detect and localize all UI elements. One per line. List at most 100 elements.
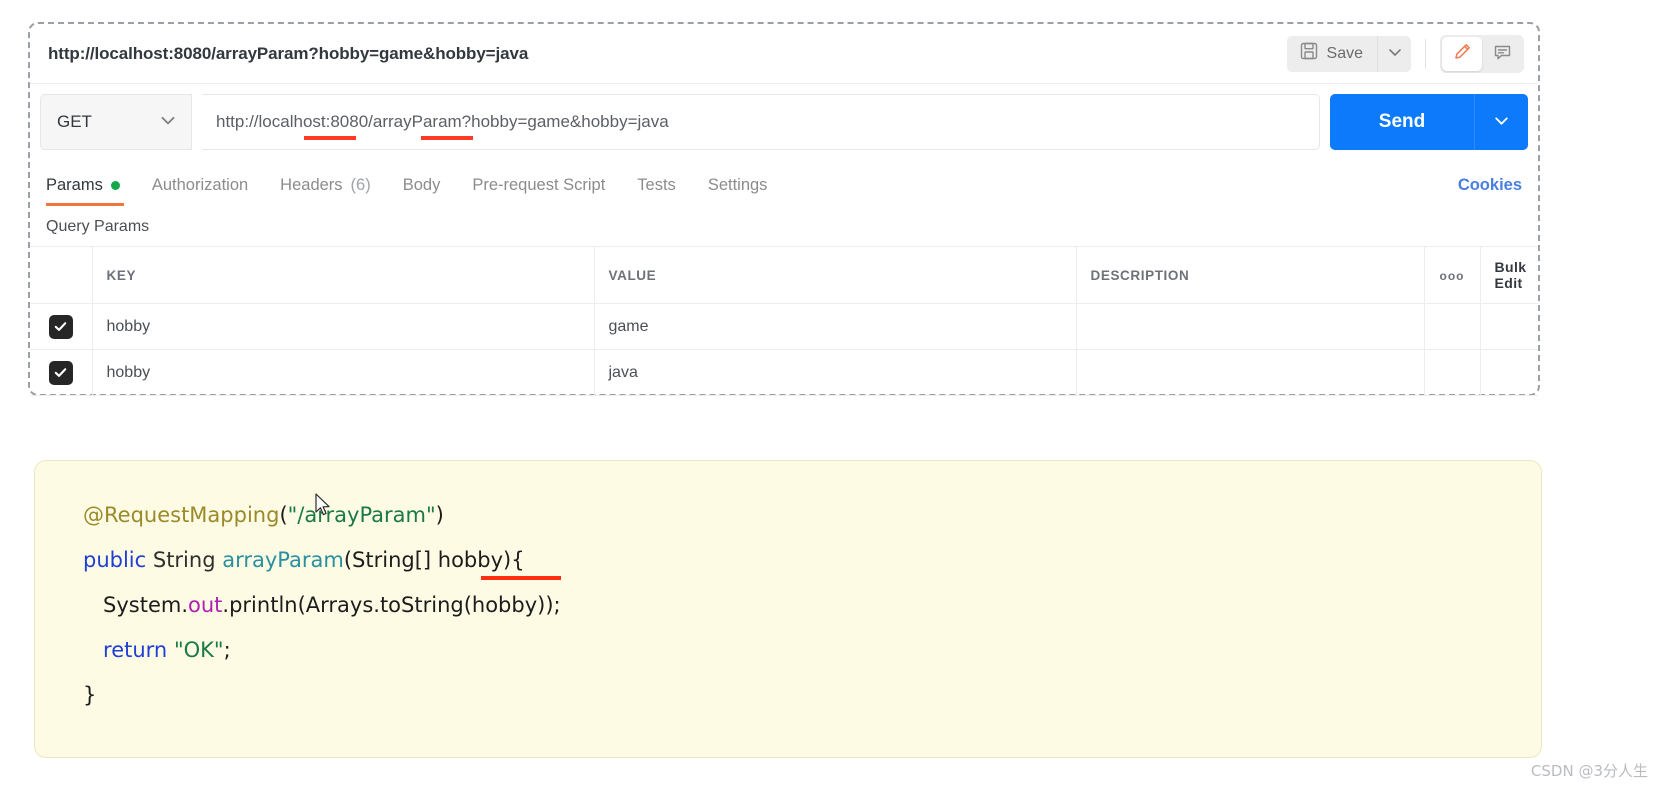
ooo-icon: ooo (1439, 268, 1465, 283)
tab-headers-label: Headers (280, 176, 343, 194)
tab-headers-count: (6) (350, 176, 371, 194)
code-token: System. (83, 593, 189, 617)
row-extra (1480, 303, 1538, 350)
screenshot-root: http://localhost:8080/arrayParam?hobby=g… (0, 0, 1654, 785)
save-dropdown-button[interactable] (1377, 35, 1411, 72)
row-checkbox-cell[interactable] (30, 349, 93, 396)
save-group: Save (1286, 35, 1411, 72)
code-token: @RequestMapping (83, 503, 280, 527)
header-value: VALUE (594, 246, 1077, 304)
save-button-label: Save (1326, 44, 1363, 62)
table-row: hobby java (30, 349, 1538, 396)
code-line: } (83, 673, 1541, 718)
tab-authorization-label: Authorization (151, 176, 249, 194)
send-group: Send (1330, 94, 1528, 150)
header-key: KEY (92, 246, 595, 304)
cookies-link[interactable]: Cookies (1458, 176, 1522, 206)
http-method-select[interactable]: GET (40, 94, 192, 150)
tab-params-label: Params (46, 176, 103, 194)
tab-tests[interactable]: Tests (621, 176, 692, 206)
tab-settings-label: Settings (707, 176, 768, 194)
code-token: out (188, 593, 223, 617)
row-value[interactable]: java (594, 349, 1077, 396)
row-description[interactable] (1076, 303, 1425, 350)
row-more (1424, 303, 1481, 350)
code-token: ) (435, 503, 444, 527)
code-token: ; (223, 638, 231, 662)
pencil-icon (1452, 42, 1472, 65)
tab-body[interactable]: Body (387, 176, 457, 206)
query-params-table: KEY VALUE DESCRIPTION ooo Bulk Edit hobb… (30, 246, 1538, 396)
comment-button[interactable] (1482, 37, 1522, 71)
row-key[interactable]: hobby (92, 349, 595, 396)
code-underline (481, 576, 561, 580)
code-token: } (83, 683, 97, 707)
chevron-down-icon (159, 111, 177, 134)
row-key[interactable]: hobby (92, 303, 595, 350)
tab-tests-label: Tests (637, 176, 676, 194)
row-value[interactable]: game (594, 303, 1077, 350)
code-snippet-panel: @RequestMapping("/arrayParam") public Str… (34, 460, 1542, 758)
tab-params[interactable]: Params (46, 176, 136, 206)
edit-mode-button[interactable] (1442, 36, 1482, 71)
toolbar-divider (1425, 38, 1426, 69)
row-checkbox-cell[interactable] (30, 303, 93, 350)
header-checkbox-cell (30, 246, 93, 304)
table-header-row: KEY VALUE DESCRIPTION ooo Bulk Edit (30, 246, 1538, 304)
title-actions: Save (1286, 34, 1524, 73)
url-underline-2 (421, 136, 473, 140)
code-token: return (103, 638, 168, 662)
request-panel: http://localhost:8080/arrayParam?hobby=g… (28, 22, 1540, 396)
tab-settings[interactable]: Settings (692, 176, 784, 206)
code-token: (String[] hobby){ (343, 548, 525, 572)
send-button[interactable]: Send (1330, 94, 1474, 150)
tab-pre-request-script[interactable]: Pre-request Script (456, 176, 621, 206)
url-underline-1 (304, 136, 356, 140)
row-more (1424, 349, 1481, 396)
url-row: GET http://localhost:8080/arrayParam?hob… (30, 84, 1538, 160)
url-input[interactable]: http://localhost:8080/arrayParam?hobby=g… (202, 94, 1320, 150)
tab-headers[interactable]: Headers (6) (264, 176, 387, 206)
query-params-body: hobby game hobby java (30, 303, 1538, 396)
row-extra (1480, 349, 1538, 396)
code-token: public (83, 548, 147, 572)
code-token: ( (279, 503, 288, 527)
code-line: return "OK"; (83, 628, 1541, 673)
code-token: String (146, 548, 223, 572)
save-button[interactable]: Save (1286, 35, 1377, 72)
code-line: @RequestMapping("/arrayParam") (83, 493, 1541, 538)
chevron-down-icon (1387, 44, 1403, 63)
watermark: CSDN @3分人生 (1530, 762, 1648, 780)
header-bulk-edit[interactable]: Bulk Edit (1480, 246, 1538, 304)
code-line: public String arrayParam(String[] hobby)… (83, 538, 1541, 583)
code-token: "OK" (173, 638, 224, 662)
comment-icon (1492, 42, 1513, 66)
checkbox-checked-icon[interactable] (48, 360, 73, 385)
query-params-label: Query Params (46, 218, 150, 235)
code-token: .println(Arrays.toString(hobby)); (222, 593, 561, 617)
request-title: http://localhost:8080/arrayParam?hobby=g… (48, 43, 529, 63)
checkbox-checked-icon[interactable] (48, 314, 73, 339)
params-modified-dot-icon (110, 181, 120, 190)
code-line: System.out.println(Arrays.toString(hobby… (83, 583, 1541, 628)
code-token: "/arrayParam" (287, 503, 436, 527)
request-title-bar: http://localhost:8080/arrayParam?hobby=g… (30, 24, 1538, 84)
view-toggle-group (1440, 34, 1524, 73)
code-token: arrayParam (222, 548, 344, 572)
row-description[interactable] (1076, 349, 1425, 396)
header-more-options[interactable]: ooo (1424, 246, 1481, 304)
tab-pre-request-script-label: Pre-request Script (472, 176, 606, 194)
table-row: hobby game (30, 303, 1538, 350)
bulk-edit-label: Bulk Edit (1494, 259, 1527, 291)
http-method-value: GET (57, 112, 92, 131)
tab-authorization[interactable]: Authorization (136, 176, 264, 206)
request-tabs: Params Authorization Headers (6) Body Pr… (30, 160, 1538, 206)
floppy-disk-icon (1299, 41, 1319, 66)
tab-body-label: Body (402, 176, 441, 194)
url-text: http://localhost:8080/arrayParam?hobby=g… (216, 112, 669, 131)
send-dropdown-button[interactable] (1474, 94, 1528, 150)
chevron-down-icon (1493, 112, 1510, 132)
header-description: DESCRIPTION (1076, 246, 1425, 304)
